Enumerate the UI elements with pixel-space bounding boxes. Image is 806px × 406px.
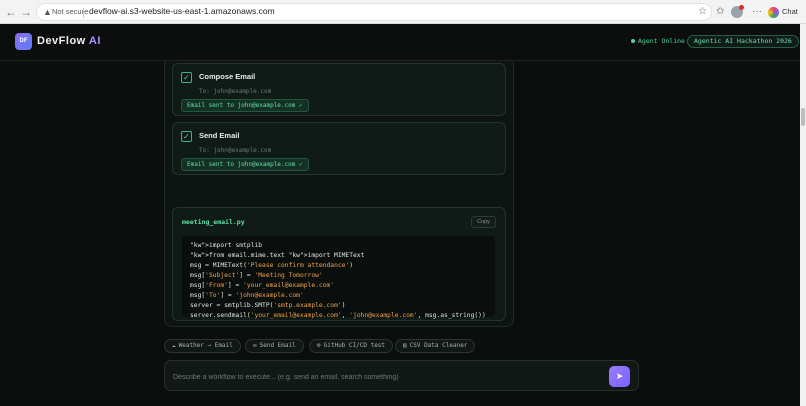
- back-arrow-icon[interactable]: ←: [4, 5, 18, 19]
- workflow-panel: ✓ Compose Email To: john@example.com Ema…: [164, 52, 514, 327]
- code-card: meeting_email.py Copy "kw">import smtpli…: [172, 207, 506, 321]
- code-filename: meeting_email.py: [182, 218, 245, 226]
- chat-button[interactable]: Chat: [768, 5, 798, 19]
- chat-label: Chat: [782, 7, 798, 16]
- address-separator: [83, 8, 84, 18]
- step-title: Compose Email: [199, 72, 256, 81]
- code-text: ] =: [239, 272, 255, 279]
- document-icon: ▤: [403, 342, 407, 349]
- step-title: Send Email: [199, 131, 240, 140]
- address-bar[interactable]: ▲ Not secure devflow-ai.s3-website-us-ea…: [36, 3, 712, 21]
- suggestion-chip[interactable]: ☁ Weather → Email: [164, 339, 241, 353]
- workflow-step: ✓ Send Email To: john@example.com Email …: [172, 122, 506, 175]
- browser-toolbar: ← → ▲ Not secure devflow-ai.s3-website-u…: [0, 0, 806, 24]
- scrollbar-thumb[interactable]: [801, 108, 805, 126]
- code-line: msg['From'] = 'your_email@example.com': [190, 282, 334, 289]
- suggestion-chip[interactable]: ▤ CSV Data Cleaner: [395, 339, 476, 353]
- code-line: msg['Subject'] = 'Meeting Tomorrow': [190, 272, 323, 279]
- agent-status: Agent Online: [631, 37, 685, 45]
- code-string: 'Subject': [205, 272, 240, 279]
- workflow-input[interactable]: [173, 371, 593, 383]
- brand-suffix: AI: [88, 35, 101, 47]
- code-text: "kw">import smtplib: [190, 242, 263, 249]
- code-string: 'smtp.example.com': [273, 302, 342, 309]
- step-recipient: To: john@example.com: [199, 88, 272, 95]
- step-result-badge: Email sent to john@example.com ✓: [181, 158, 309, 171]
- app-viewport: ✓ Compose Email To: john@example.com Ema…: [0, 24, 800, 406]
- code-string: 'john@example.com': [349, 312, 418, 319]
- code-text: ): [341, 302, 346, 309]
- code-text: msg = MIMEText(: [190, 262, 247, 269]
- checkmark-icon: ✓: [181, 72, 192, 83]
- code-line: "kw">from email.mime.text "kw">import MI…: [190, 252, 364, 259]
- code-text: msg[: [190, 292, 206, 299]
- composer: ➤: [164, 360, 639, 391]
- logo-icon[interactable]: DF: [15, 33, 32, 50]
- code-text: ] =: [227, 282, 244, 289]
- event-badge: Agentic AI Hackathon 2026: [687, 35, 799, 48]
- app-header: DF DevFlow AI Agent Online Agentic AI Ha…: [0, 24, 800, 61]
- code-text: server.sendmail(: [190, 312, 251, 319]
- url-text[interactable]: devflow-ai.s3-website-us-east-1.amazonaw…: [89, 6, 275, 16]
- suggestion-chip-label: Send Email: [259, 342, 296, 349]
- code-text: server = smtplib.SMTP(: [190, 302, 274, 309]
- send-button[interactable]: ➤: [609, 366, 630, 387]
- code-string: 'Meeting Tomorrow': [254, 272, 323, 279]
- brand-name[interactable]: DevFlow AI: [37, 35, 101, 47]
- step-recipient: To: john@example.com: [199, 147, 272, 154]
- step-result-badge: Email sent to john@example.com ✓: [181, 99, 309, 112]
- code-text: msg[: [190, 272, 206, 279]
- gear-icon: ⚙: [317, 342, 321, 349]
- code-text: ] =: [220, 292, 236, 299]
- status-dot-icon: [631, 39, 635, 43]
- workflow-step: ✓ Compose Email To: john@example.com Ema…: [172, 63, 506, 116]
- cloud-icon: ☁: [172, 342, 176, 349]
- suggestion-chip[interactable]: ⚙ GitHub CI/CD test: [309, 339, 394, 353]
- scrollbar[interactable]: [800, 24, 806, 406]
- bookmark-star-icon[interactable]: ☆: [698, 6, 707, 17]
- copy-button[interactable]: Copy: [471, 216, 496, 228]
- copilot-icon: [768, 6, 779, 18]
- code-line: server.sendmail('your_email@example.com'…: [190, 312, 486, 319]
- code-line: msg['To'] = 'john@example.com': [190, 292, 304, 299]
- code-text: ): [349, 262, 354, 269]
- code-line: server = smtplib.SMTP('smtp.example.com'…: [190, 302, 345, 309]
- code-string: 'Please confirm attendance': [246, 262, 350, 269]
- profile-notification-dot: [739, 5, 744, 10]
- code-string: 'john@example.com': [235, 292, 304, 299]
- code-string: 'your_email@example.com': [250, 312, 342, 319]
- send-arrow-icon: ➤: [615, 371, 624, 381]
- code-text: "kw">from email.mime.text "kw">import MI…: [190, 252, 365, 259]
- code-line: msg = MIMEText('Please confirm attendanc…: [190, 262, 353, 269]
- code-text: , msg.as_string()): [417, 312, 486, 319]
- checkmark-icon: ✓: [181, 131, 192, 142]
- suggestion-chip[interactable]: ✉ Send Email: [245, 339, 304, 353]
- warning-icon[interactable]: ▲: [43, 7, 52, 17]
- code-string: 'your_email@example.com': [243, 282, 335, 289]
- suggestion-chip-label: GitHub CI/CD test: [323, 342, 386, 349]
- code-block[interactable]: "kw">import smtplib "kw">from email.mime.…: [182, 236, 495, 319]
- favorites-icon[interactable]: ✩: [716, 5, 724, 19]
- code-line: "kw">import smtplib: [190, 242, 262, 249]
- brand-main: DevFlow: [37, 35, 86, 47]
- code-string: 'From': [205, 282, 228, 289]
- code-text: msg[: [190, 282, 206, 289]
- code-string: 'To': [205, 292, 221, 299]
- suggestion-chip-label: CSV Data Cleaner: [409, 342, 468, 349]
- more-menu-icon[interactable]: ···: [752, 5, 762, 19]
- agent-status-label: Agent Online: [638, 37, 685, 45]
- mail-icon: ✉: [253, 342, 257, 349]
- suggestion-chip-label: Weather → Email: [178, 342, 233, 349]
